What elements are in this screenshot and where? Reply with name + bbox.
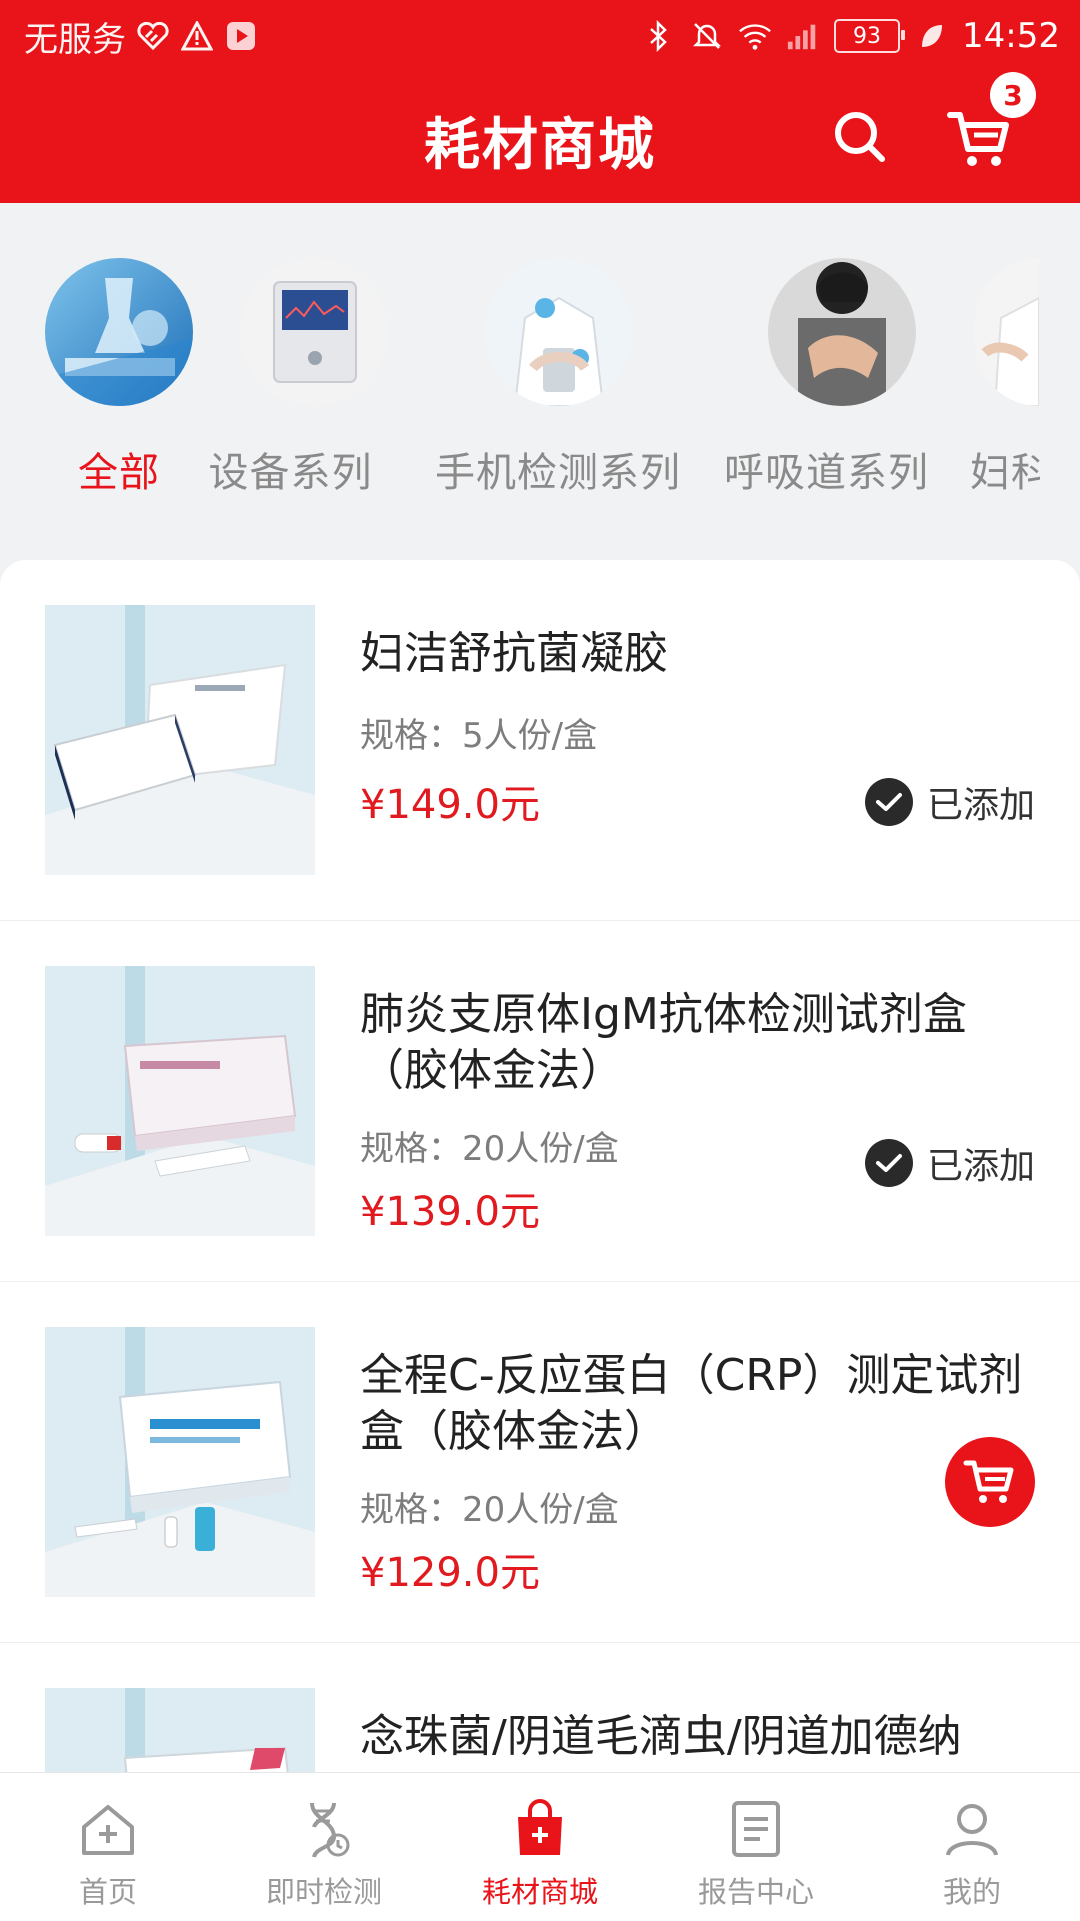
product-name: 全程C-反应蛋白（CRP）测定试剂盒（胶体金法） xyxy=(360,1350,1023,1457)
nav-profile[interactable]: 我的 xyxy=(864,1773,1080,1921)
product-price: ¥129.0元 xyxy=(360,1550,540,1596)
product-list: 妇洁舒抗菌凝胶 规格：5人份/盒 ¥149.0元 已添加 肺炎支原体IgM抗体检… xyxy=(0,560,1080,1772)
category-carousel: 全部 设备系列 手机检测系列 呼吸道系列 妇科 xyxy=(0,203,1080,563)
category-respiratory[interactable]: 呼吸道系列 xyxy=(724,258,929,498)
category-respiratory-image xyxy=(767,258,916,406)
product-item[interactable]: 妇洁舒抗菌凝胶 规格：5人份/盒 ¥149.0元 已添加 xyxy=(0,560,1080,921)
nav-instant-test[interactable]: 即时检测 xyxy=(216,1773,432,1921)
add-to-cart-button[interactable] xyxy=(945,1437,1035,1527)
dna-icon xyxy=(310,1802,350,1858)
added-status[interactable]: 已添加 xyxy=(864,776,1035,828)
category-gynecology[interactable]: 妇科 xyxy=(970,258,1040,498)
nav-label: 即时检测 xyxy=(265,1875,382,1909)
check-icon xyxy=(864,778,913,826)
wifi-icon xyxy=(738,19,772,53)
nav-home[interactable]: 首页 xyxy=(0,1773,216,1921)
product-item[interactable]: 全程C-反应蛋白（CRP）测定试剂盒（胶体金法） 规格：20人份/盒 ¥129.… xyxy=(0,1282,1080,1643)
home-icon xyxy=(82,1805,134,1855)
product-name: 肺炎支原体IgM抗体检测试剂盒（胶体金法） xyxy=(360,989,967,1096)
product-image xyxy=(45,605,315,875)
mute-icon xyxy=(690,19,724,53)
product-image xyxy=(45,966,315,1236)
battery-indicator: 93 xyxy=(834,19,906,53)
category-label: 全部 xyxy=(78,450,160,496)
nav-label: 我的 xyxy=(942,1875,1001,1909)
status-bar: 无服务 93 14:52 xyxy=(0,0,1080,72)
category-label: 手机检测系列 xyxy=(435,450,681,496)
category-all-image xyxy=(45,258,193,406)
search-icon xyxy=(835,112,885,162)
product-spec: 规格：20人份/盒 xyxy=(360,1490,619,1530)
product-item[interactable]: 肺炎支原体IgM抗体检测试剂盒（胶体金法） 规格：20人份/盒 ¥139.0元 … xyxy=(0,921,1080,1282)
nav-label: 耗材商城 xyxy=(481,1875,598,1909)
cart-count-badge: 3 xyxy=(990,72,1036,118)
product-price: ¥139.0元 xyxy=(360,1189,540,1235)
carrier-text: 无服务 xyxy=(24,19,126,60)
leaf-icon xyxy=(914,19,948,53)
category-label: 设备系列 xyxy=(208,450,373,496)
category-all[interactable]: 全部 xyxy=(45,258,193,498)
category-gynecology-image xyxy=(975,258,1039,406)
bottom-nav: 首页 即时检测 耗材商城 报告中心 我的 xyxy=(0,1772,1080,1921)
report-icon xyxy=(732,1801,780,1857)
bluetooth-icon xyxy=(642,19,676,53)
product-name: 念珠菌/阴道毛滴虫/阴道加德纳 xyxy=(360,1711,962,1762)
search-button[interactable] xyxy=(830,107,890,167)
heart-link-icon xyxy=(136,19,170,53)
nav-label: 首页 xyxy=(78,1875,137,1909)
product-spec: 规格：5人份/盒 xyxy=(360,716,598,756)
category-mobile-testing[interactable]: 手机检测系列 xyxy=(435,258,681,498)
product-image xyxy=(45,1688,315,1772)
product-price: ¥149.0元 xyxy=(360,782,540,828)
product-name: 妇洁舒抗菌凝胶 xyxy=(360,628,668,679)
product-spec: 规格：20人份/盒 xyxy=(360,1129,619,1169)
app-header: 无服务 93 14:52 耗材商城 3 xyxy=(0,0,1080,203)
added-label: 已添加 xyxy=(926,1146,1035,1187)
signal-icon xyxy=(786,19,820,53)
added-status[interactable]: 已添加 xyxy=(864,1137,1035,1189)
cart-icon xyxy=(963,1460,1014,1503)
nav-shop[interactable]: 耗材商城 xyxy=(432,1773,648,1921)
category-mobile-testing-image xyxy=(485,258,633,406)
product-item[interactable]: 念珠菌/阴道毛滴虫/阴道加德纳 xyxy=(0,1643,1080,1772)
category-label: 妇科 xyxy=(970,450,1040,496)
warning-icon xyxy=(180,19,214,53)
check-icon xyxy=(864,1139,913,1187)
added-label: 已添加 xyxy=(926,785,1035,826)
user-icon xyxy=(946,1804,998,1856)
category-equipment[interactable]: 设备系列 xyxy=(193,258,388,498)
video-app-icon xyxy=(224,19,258,53)
product-image xyxy=(45,1327,315,1597)
nav-report[interactable]: 报告中心 xyxy=(648,1773,864,1921)
category-label: 呼吸道系列 xyxy=(724,450,929,496)
page-title: 耗材商城 xyxy=(424,113,656,178)
nav-label: 报告中心 xyxy=(697,1875,814,1909)
category-equipment-image xyxy=(240,258,388,406)
clock-text: 14:52 xyxy=(962,16,1060,56)
shopping-bag-icon xyxy=(518,1799,562,1855)
